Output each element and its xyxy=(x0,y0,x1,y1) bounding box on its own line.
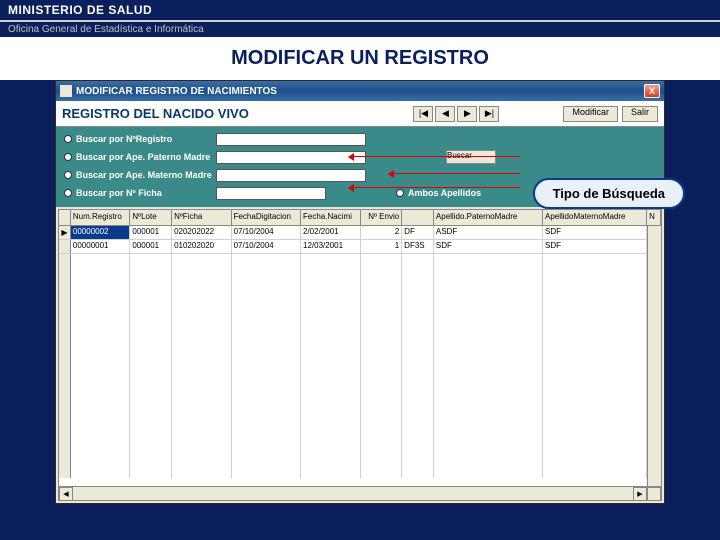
table-row[interactable]: 00000001 000001 010202020 07/10/2004 12/… xyxy=(59,240,661,254)
exit-button[interactable]: Salir xyxy=(622,106,658,122)
table-row xyxy=(59,464,661,478)
scrollbar-vertical[interactable] xyxy=(647,226,661,486)
col-header[interactable]: NºLote xyxy=(130,210,172,225)
row-marker xyxy=(59,240,71,253)
table-row[interactable]: ▶ 00000002 000001 020202022 07/10/2004 2… xyxy=(59,226,661,240)
input-ficha[interactable] xyxy=(216,187,326,200)
table-row xyxy=(59,338,661,352)
app-window: MODIFICAR REGISTRO DE NACIMIENTOS X REGI… xyxy=(55,80,665,504)
callout-arrow xyxy=(350,187,520,188)
nav-next-button[interactable]: ▶ xyxy=(457,106,477,122)
cell: SDF xyxy=(434,240,543,253)
cell: 00000002 xyxy=(71,226,131,239)
table-row xyxy=(59,380,661,394)
table-row xyxy=(59,282,661,296)
nav-last-button[interactable]: ▶| xyxy=(479,106,499,122)
cell: 2 xyxy=(361,226,403,239)
label-materno: Buscar por Ape. Materno Madre xyxy=(76,170,216,180)
close-button[interactable]: X xyxy=(644,84,660,98)
table-row xyxy=(59,422,661,436)
col-header[interactable] xyxy=(402,210,434,225)
col-header[interactable]: Num.Registro xyxy=(71,210,131,225)
cell: 00000001 xyxy=(71,240,131,253)
table-row xyxy=(59,436,661,450)
cell: 000001 xyxy=(130,240,172,253)
cell: 07/10/2004 xyxy=(232,240,301,253)
table-row xyxy=(59,324,661,338)
scroll-left-icon[interactable]: ◀ xyxy=(59,487,73,501)
nav-group: |◀ ◀ ▶ ▶| xyxy=(413,106,499,122)
grid-corner xyxy=(59,210,71,225)
col-header[interactable]: ApellidoMaternoMadre xyxy=(543,210,647,225)
col-header[interactable]: Apellido.PaternoMadre xyxy=(434,210,543,225)
cell: ASDF xyxy=(434,226,543,239)
table-row xyxy=(59,366,661,380)
col-header[interactable]: N xyxy=(647,210,661,225)
label-paterno: Buscar por Ape. Paterno Madre xyxy=(76,152,216,162)
table-row xyxy=(59,268,661,282)
cell: 1 xyxy=(361,240,403,253)
table-row xyxy=(59,254,661,268)
table-row xyxy=(59,408,661,422)
app-icon xyxy=(60,85,72,97)
table-row xyxy=(59,394,661,408)
label-numreg: Buscar por NºRegistro xyxy=(76,134,216,144)
table-row xyxy=(59,296,661,310)
scroll-track[interactable] xyxy=(73,487,633,500)
label-ficha: Buscar por Nº Ficha xyxy=(76,188,216,198)
cell: 2/02/2001 xyxy=(301,226,361,239)
col-header[interactable]: FechaDigitacion xyxy=(232,210,301,225)
cell: DF xyxy=(402,226,434,239)
titlebar: MODIFICAR REGISTRO DE NACIMIENTOS X xyxy=(56,81,664,101)
nav-first-button[interactable]: |◀ xyxy=(413,106,433,122)
data-grid: Num.Registro NºLote NºFicha FechaDigitac… xyxy=(58,209,662,501)
table-row xyxy=(59,352,661,366)
radio-materno[interactable] xyxy=(64,171,72,179)
cell: DF3S xyxy=(402,240,434,253)
search-button[interactable]: Buscar xyxy=(446,150,496,164)
scrollbar-horizontal[interactable]: ◀ ▶ xyxy=(59,486,661,500)
table-row xyxy=(59,450,661,464)
input-numreg[interactable] xyxy=(216,133,366,146)
header-bar: MINISTERIO DE SALUD xyxy=(0,0,720,20)
cell: 010202020 xyxy=(172,240,232,253)
grid-body: ▶ 00000002 000001 020202022 07/10/2004 2… xyxy=(59,226,661,486)
toolbar-title: REGISTRO DEL NACIDO VIVO xyxy=(62,106,249,121)
col-header[interactable]: Fecha.Nacimi xyxy=(301,210,361,225)
office-subtitle: Oficina General de Estadística e Informá… xyxy=(0,22,720,37)
radio-numreg[interactable] xyxy=(64,135,72,143)
window-title: MODIFICAR REGISTRO DE NACIMIENTOS xyxy=(76,86,644,97)
callout-arrow xyxy=(350,156,520,157)
input-materno[interactable] xyxy=(216,169,366,182)
cell: 07/10/2004 xyxy=(232,226,301,239)
col-header[interactable]: NºFicha xyxy=(172,210,232,225)
radio-ficha[interactable] xyxy=(64,189,72,197)
toolbar: REGISTRO DEL NACIDO VIVO |◀ ◀ ▶ ▶| Modif… xyxy=(56,101,664,127)
scroll-corner xyxy=(647,487,661,501)
col-header[interactable]: Nº Envio xyxy=(361,210,403,225)
ministry-title: MINISTERIO DE SALUD xyxy=(8,3,712,17)
page-title: MODIFICAR UN REGISTRO xyxy=(0,37,720,80)
cell: SDF xyxy=(543,240,647,253)
radio-ambos[interactable] xyxy=(396,189,404,197)
table-row xyxy=(59,310,661,324)
cell: SDF xyxy=(543,226,647,239)
grid-header: Num.Registro NºLote NºFicha FechaDigitac… xyxy=(59,210,661,226)
callout-label: Tipo de Búsqueda xyxy=(533,178,685,209)
cell: 12/03/2001 xyxy=(301,240,361,253)
scroll-right-icon[interactable]: ▶ xyxy=(633,487,647,501)
modify-button[interactable]: Modificar xyxy=(563,106,618,122)
radio-paterno[interactable] xyxy=(64,153,72,161)
cell: 000001 xyxy=(130,226,172,239)
row-marker: ▶ xyxy=(59,226,71,239)
nav-prev-button[interactable]: ◀ xyxy=(435,106,455,122)
cell: 020202022 xyxy=(172,226,232,239)
callout-arrow xyxy=(390,173,520,174)
label-ambos: Ambos Apellidos xyxy=(408,188,481,198)
